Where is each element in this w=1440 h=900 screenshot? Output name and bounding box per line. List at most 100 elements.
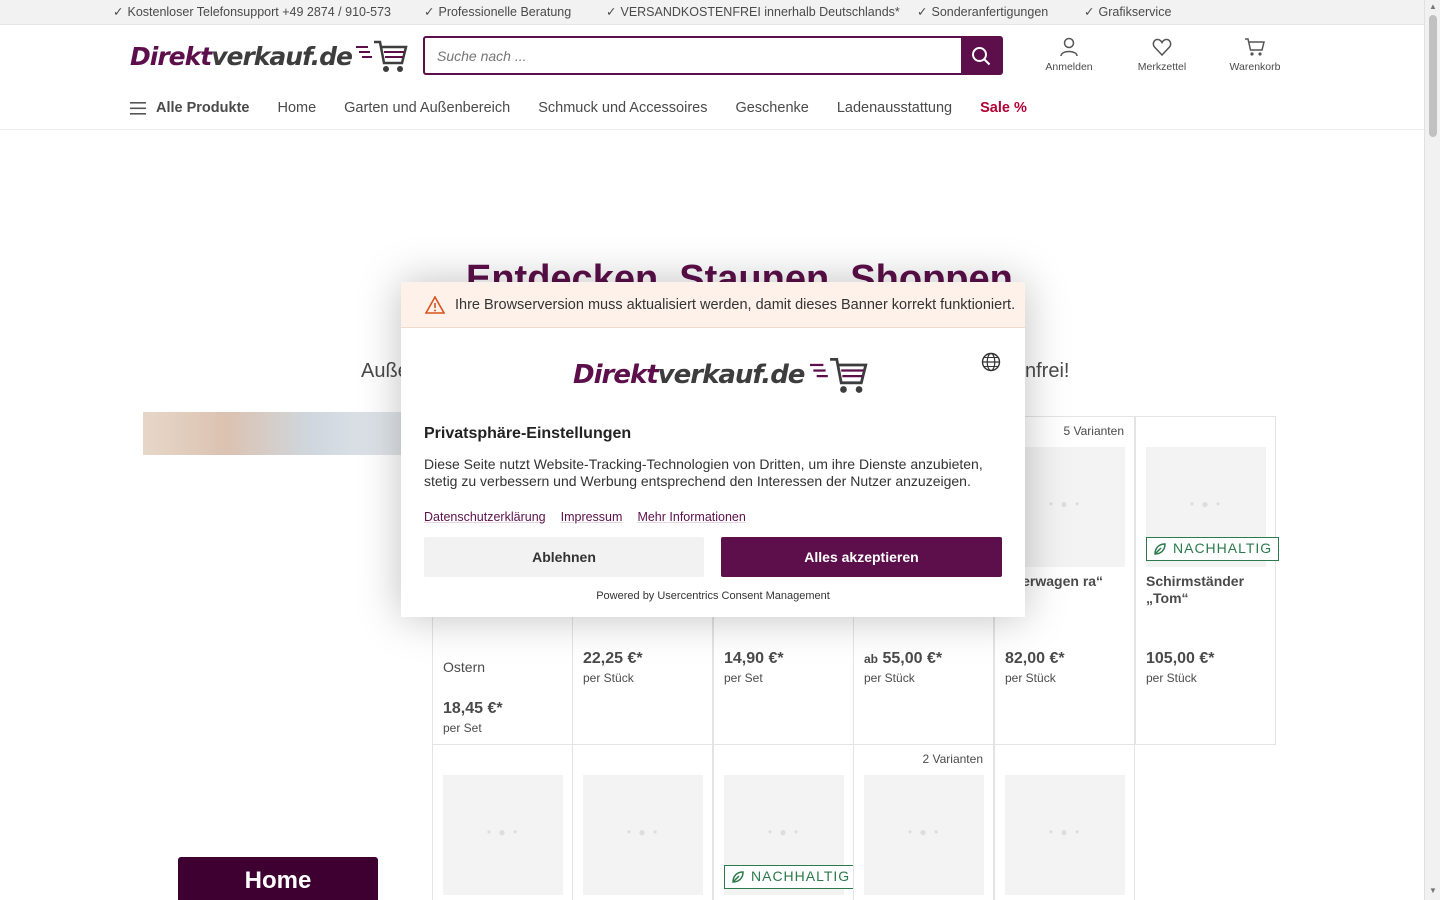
product-card[interactable] <box>432 744 573 900</box>
account-label: Anmelden <box>1045 61 1093 73</box>
check-icon: ✓ <box>606 5 617 19</box>
consent-logo: Direktverkauf.de <box>573 356 868 394</box>
check-icon: ✓ <box>424 5 435 19</box>
usp-text: Professionelle Beratung <box>438 5 572 19</box>
nav-item-home[interactable]: Home <box>277 100 316 116</box>
site-logo[interactable]: Direktverkauf.de <box>130 39 408 73</box>
leaf-icon <box>1154 543 1166 555</box>
product-price: 14,90 €* <box>724 650 784 667</box>
variants-count: 2 Varianten <box>922 752 984 766</box>
search-box <box>423 36 1003 75</box>
scroll-up-icon[interactable]: ▲ <box>1429 2 1437 11</box>
heart-icon <box>1152 38 1172 57</box>
wishlist-link[interactable]: Merkzettel <box>1127 37 1197 73</box>
nav-item-sale[interactable]: Sale % <box>980 100 1027 116</box>
product-card[interactable]: NACHHALTIG Schirmständer „Tom“ 105,00 €*… <box>1135 416 1280 745</box>
shopping-cart-logo-icon <box>355 40 408 72</box>
consent-description: Diese Seite nutzt Website-Tracking-Techn… <box>424 456 983 489</box>
check-icon: ✓ <box>917 5 928 19</box>
page-scrollbar[interactable]: ▲ ▼ <box>1424 0 1440 900</box>
nav-item-schmuck[interactable]: Schmuck und Accessoires <box>538 100 707 116</box>
product-image-placeholder <box>1005 775 1125 895</box>
privacy-policy-link[interactable]: Datenschutzerklärung <box>424 510 546 524</box>
product-category: Ostern <box>443 659 486 675</box>
more-info-link[interactable]: Mehr Informationen <box>637 510 745 524</box>
browser-warning-text: Ihre Browserversion muss aktualisiert we… <box>455 296 1016 313</box>
product-price: ab 55,00 €* <box>864 650 942 668</box>
badge-label: NACHHALTIG <box>1173 540 1273 556</box>
product-unit: per Stück <box>1005 671 1056 685</box>
usp-item: ✓ Sonderanfertigungen <box>917 4 1048 19</box>
site-header: Direktverkauf.de Anmelden Merkzettel War… <box>0 25 1424 130</box>
check-icon: ✓ <box>113 5 124 19</box>
search-icon <box>972 46 991 65</box>
product-unit: per Set <box>724 671 763 685</box>
cart-icon <box>1245 38 1265 56</box>
accept-all-button[interactable]: Alles akzeptieren <box>721 537 1002 577</box>
price-value: 55,00 €* <box>882 650 943 667</box>
cart-label: Warenkorb <box>1229 61 1281 73</box>
shopping-cart-logo-icon <box>810 357 868 393</box>
cart-link[interactable]: Warenkorb <box>1220 37 1290 73</box>
nav-item-ladenausstattung[interactable]: Ladenausstattung <box>837 100 952 116</box>
product-price: 82,00 €* <box>1005 650 1065 667</box>
imprint-link[interactable]: Impressum <box>561 510 623 524</box>
product-card[interactable]: 2 Varianten <box>853 744 994 900</box>
account-link[interactable]: Anmelden <box>1034 37 1104 73</box>
usp-text: Kostenloser Telefonsupport +49 2874 / 91… <box>127 5 391 19</box>
home-button[interactable]: Home <box>178 857 378 900</box>
product-card[interactable]: NACHHALTIG <box>713 744 858 900</box>
product-unit: per Set <box>443 721 482 735</box>
warning-icon <box>425 295 445 314</box>
menu-icon <box>130 101 146 115</box>
logo-text: Direktverkauf.de <box>130 41 353 71</box>
price-prefix: ab <box>864 652 879 666</box>
product-unit: per Stück <box>1146 671 1197 685</box>
consent-links: Datenschutzerklärung Impressum Mehr Info… <box>424 510 761 524</box>
variants-count: 5 Varianten <box>1063 424 1125 438</box>
main-navigation: Alle Produkte Home Garten und Außenberei… <box>130 100 1055 116</box>
product-price: 18,45 €* <box>443 700 503 717</box>
nav-all-products-label: Alle Produkte <box>156 100 250 116</box>
sustainable-badge: NACHHALTIG <box>724 865 858 889</box>
product-image-placeholder <box>864 775 984 895</box>
usp-text: VERSANDKOSTENFREI innerhalb Deutschlands… <box>620 5 900 19</box>
product-card[interactable] <box>994 744 1135 900</box>
product-unit: per Stück <box>583 671 634 685</box>
usp-item: ✓ Professionelle Beratung <box>424 4 571 19</box>
language-globe-icon[interactable] <box>981 352 1001 372</box>
product-image-placeholder <box>583 775 703 895</box>
logo-text: Direktverkauf.de <box>573 360 806 390</box>
usp-item: ✓ Kostenloser Telefonsupport +49 2874 / 9… <box>113 4 391 19</box>
wishlist-label: Merkzettel <box>1137 61 1187 73</box>
nav-item-garten[interactable]: Garten und Außenbereich <box>344 100 510 116</box>
logo-part-2: verkauf.de <box>657 360 806 390</box>
logo-part-1: Direkt <box>573 360 659 390</box>
hero-subtitle-end: nfrei! <box>1025 360 1070 382</box>
usp-bar: ✓ Kostenloser Telefonsupport +49 2874 / 9… <box>0 0 1424 25</box>
logo-part-2: verkauf.de <box>211 41 353 71</box>
search-button[interactable] <box>961 38 1001 73</box>
decline-button[interactable]: Ablehnen <box>424 537 704 577</box>
nav-item-geschenke[interactable]: Geschenke <box>735 100 808 116</box>
nav-all-products[interactable]: Alle Produkte <box>130 100 249 116</box>
logo-part-1: Direkt <box>130 41 212 71</box>
badge-label: NACHHALTIG <box>751 868 851 884</box>
banner-image <box>143 412 423 455</box>
browser-warning: Ihre Browserversion muss aktualisiert we… <box>401 282 1025 328</box>
search-input[interactable] <box>425 38 961 73</box>
scroll-thumb[interactable] <box>1429 15 1437 137</box>
leaf-icon <box>732 871 744 883</box>
usp-text: Grafikservice <box>1098 5 1172 19</box>
product-card[interactable] <box>572 744 713 900</box>
scroll-down-icon[interactable]: ▼ <box>1429 886 1437 895</box>
usp-item: ✓ VERSANDKOSTENFREI innerhalb Deutschland… <box>606 4 900 19</box>
powered-by-text: Powered by Usercentrics Consent Manageme… <box>596 590 830 602</box>
consent-title: Privatsphäre-Einstellungen <box>424 425 632 442</box>
product-unit: per Stück <box>864 671 915 685</box>
consent-dialog: Ihre Browserversion muss aktualisiert we… <box>401 282 1025 617</box>
check-icon: ✓ <box>1084 5 1095 19</box>
usp-text: Sonderanfertigungen <box>931 5 1049 19</box>
sustainable-badge: NACHHALTIG <box>1146 537 1280 561</box>
usp-item: ✓ Grafikservice <box>1084 4 1171 19</box>
